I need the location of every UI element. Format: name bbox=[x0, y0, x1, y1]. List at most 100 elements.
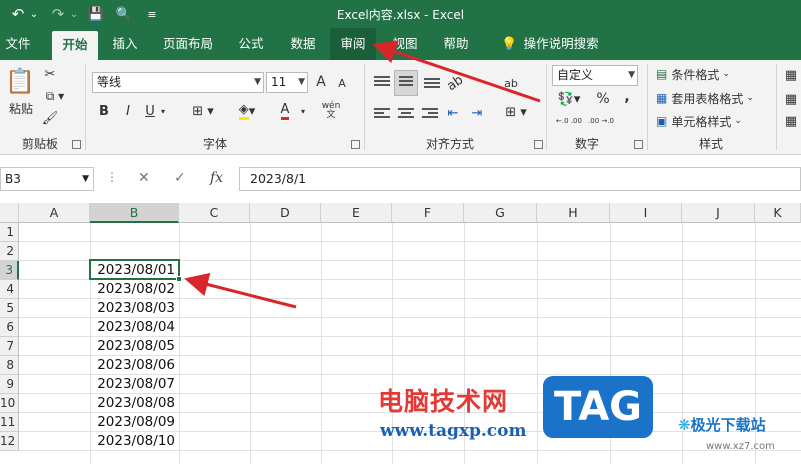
formula-input[interactable]: 2023/8/1 bbox=[239, 167, 801, 191]
align-left-icon[interactable] bbox=[374, 108, 390, 122]
row-header[interactable]: 9 bbox=[0, 375, 19, 394]
font-size-combo[interactable]: 11 ▼ bbox=[266, 72, 308, 93]
fill-handle[interactable] bbox=[176, 276, 182, 282]
decrease-decimal-icon[interactable]: .00 →.0 bbox=[588, 112, 614, 130]
cell-styles-button[interactable]: ▣ 单元格样式 ⌄ bbox=[656, 112, 776, 130]
column-header-a[interactable]: A bbox=[19, 203, 90, 223]
font-launcher-icon[interactable] bbox=[351, 140, 360, 149]
cell-b9[interactable]: 2023/08/07 bbox=[90, 375, 179, 394]
column-header-k[interactable]: K bbox=[755, 203, 801, 223]
tab-formulas[interactable]: 公式 bbox=[230, 28, 272, 60]
align-right-icon[interactable] bbox=[422, 108, 438, 122]
insert-cells-icon[interactable]: ▦ bbox=[782, 66, 800, 84]
format-cells-icon[interactable]: ▦ bbox=[782, 112, 800, 130]
tab-view[interactable]: 视图 bbox=[384, 28, 426, 60]
row-header[interactable]: 8 bbox=[0, 356, 19, 375]
tab-review[interactable]: 审阅 bbox=[330, 28, 376, 60]
format-painter-icon[interactable]: 🖌 bbox=[40, 110, 60, 126]
cell-b5[interactable]: 2023/08/03 bbox=[90, 299, 179, 318]
name-box[interactable]: B3 ▼ bbox=[0, 167, 94, 191]
tab-home[interactable]: 开始 bbox=[52, 31, 98, 60]
row-header[interactable]: 1 bbox=[0, 223, 19, 242]
paste-button[interactable]: 粘贴 bbox=[4, 100, 38, 116]
cut-icon[interactable]: ✂ bbox=[40, 66, 60, 82]
align-center-icon[interactable] bbox=[398, 108, 414, 122]
row-header[interactable]: 6 bbox=[0, 318, 19, 337]
borders-icon[interactable]: ⊞ ▾ bbox=[190, 102, 216, 120]
cell-b11[interactable]: 2023/08/09 bbox=[90, 413, 179, 432]
number-launcher-icon[interactable] bbox=[634, 140, 643, 149]
phonetic-icon[interactable]: wén 文 bbox=[318, 100, 344, 122]
merge-center-icon[interactable]: ⊞ ▾ bbox=[500, 102, 532, 122]
cell-b6[interactable]: 2023/08/04 bbox=[90, 318, 179, 337]
column-header-g[interactable]: G bbox=[464, 203, 537, 223]
cell-b7[interactable]: 2023/08/05 bbox=[90, 337, 179, 356]
font-name-combo[interactable]: 等线 ▼ bbox=[92, 72, 264, 93]
row-header[interactable]: 10 bbox=[0, 394, 19, 413]
tab-data[interactable]: 数据 bbox=[282, 28, 324, 60]
column-header-j[interactable]: J bbox=[682, 203, 755, 223]
more-icon[interactable]: ⋮ bbox=[106, 170, 118, 184]
chevron-down-icon[interactable]: ▾ bbox=[158, 104, 168, 118]
copy-icon[interactable]: ⧉ ▾ bbox=[40, 88, 70, 104]
number-format-combo[interactable]: 自定义 ▼ bbox=[552, 65, 638, 86]
shrink-font-button[interactable]: A bbox=[334, 74, 350, 92]
enter-icon[interactable]: ✓ bbox=[174, 170, 186, 186]
insert-function-icon[interactable]: fx bbox=[210, 170, 223, 186]
grow-font-button[interactable]: A bbox=[312, 72, 330, 92]
tell-me-search[interactable]: 💡 操作说明搜索 bbox=[490, 28, 610, 60]
column-header-c[interactable]: C bbox=[179, 203, 250, 223]
increase-decimal-icon[interactable]: ←.0 .00 bbox=[556, 112, 582, 130]
align-middle-button[interactable] bbox=[394, 70, 418, 96]
cell-styles-icon: ▣ bbox=[656, 114, 668, 128]
cell-b4[interactable]: 2023/08/02 bbox=[90, 280, 179, 299]
cell-b10[interactable]: 2023/08/08 bbox=[90, 394, 179, 413]
wrap-text-icon[interactable]: ab bbox=[500, 72, 522, 94]
percent-style-button[interactable]: % bbox=[594, 90, 612, 108]
spreadsheet-grid[interactable]: A B C D E F G H I J K 1 2 3 4 5 6 7 8 9 … bbox=[0, 203, 801, 464]
row-header[interactable]: 4 bbox=[0, 280, 19, 299]
row-header[interactable]: 3 bbox=[0, 261, 19, 280]
accounting-format-icon[interactable]: 💱▾ bbox=[554, 90, 584, 108]
alignment-launcher-icon[interactable] bbox=[534, 140, 543, 149]
tab-help[interactable]: 帮助 bbox=[436, 28, 476, 60]
row-header[interactable]: 2 bbox=[0, 242, 19, 261]
column-header-b[interactable]: B bbox=[90, 203, 179, 223]
tab-file[interactable]: 文件 bbox=[0, 28, 36, 60]
paste-icon[interactable]: 📋 bbox=[5, 64, 35, 98]
column-header-e[interactable]: E bbox=[321, 203, 392, 223]
watermark-tag-logo: TAG bbox=[543, 376, 653, 438]
font-color-icon[interactable]: A bbox=[272, 102, 298, 120]
conditional-formatting-button[interactable]: ▤ 条件格式 ⌄ bbox=[656, 65, 776, 83]
orientation-icon[interactable]: ab bbox=[442, 70, 467, 95]
separator bbox=[647, 64, 648, 150]
row-header[interactable]: 5 bbox=[0, 299, 19, 318]
tab-page-layout[interactable]: 页面布局 bbox=[156, 28, 220, 60]
cell-b1[interactable] bbox=[90, 223, 179, 242]
row-header[interactable]: 7 bbox=[0, 337, 19, 356]
align-bottom-icon[interactable] bbox=[424, 78, 440, 92]
bold-button[interactable]: B bbox=[96, 102, 112, 120]
cell-b12[interactable]: 2023/08/10 bbox=[90, 432, 179, 451]
italic-button[interactable]: I bbox=[120, 102, 136, 120]
format-as-table-button[interactable]: ▦ 套用表格格式 ⌄ bbox=[656, 89, 776, 107]
underline-button[interactable]: U bbox=[142, 102, 158, 120]
fill-color-icon[interactable]: ◈ ▾ bbox=[234, 102, 260, 120]
column-header-d[interactable]: D bbox=[250, 203, 321, 223]
column-header-i[interactable]: I bbox=[610, 203, 682, 223]
chevron-down-icon[interactable]: ▾ bbox=[298, 104, 308, 118]
row-header[interactable]: 11 bbox=[0, 413, 19, 432]
clipboard-launcher-icon[interactable] bbox=[72, 140, 81, 149]
tab-insert[interactable]: 插入 bbox=[104, 28, 146, 60]
cancel-icon[interactable]: ✕ bbox=[138, 170, 150, 186]
comma-style-button[interactable]: , bbox=[620, 88, 634, 106]
column-header-h[interactable]: H bbox=[537, 203, 610, 223]
column-header-f[interactable]: F bbox=[392, 203, 464, 223]
delete-cells-icon[interactable]: ▦ bbox=[782, 90, 800, 108]
row-header[interactable]: 12 bbox=[0, 432, 19, 451]
align-top-icon[interactable] bbox=[374, 76, 390, 90]
cell-b8[interactable]: 2023/08/06 bbox=[90, 356, 179, 375]
select-all-button[interactable] bbox=[0, 203, 19, 223]
decrease-indent-icon[interactable]: ⇤ bbox=[444, 104, 462, 122]
increase-indent-icon[interactable]: ⇥ bbox=[468, 104, 486, 122]
